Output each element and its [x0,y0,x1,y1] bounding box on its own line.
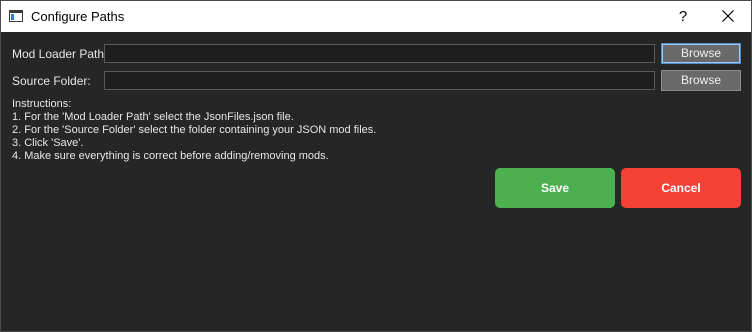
title-bar: Configure Paths ? [1,1,751,32]
configure-paths-dialog: Configure Paths ? Mod Loader Path: Brows… [0,0,752,332]
save-button[interactable]: Save [495,168,615,208]
cancel-button[interactable]: Cancel [621,168,741,208]
instruction-line: 3. Click 'Save'. [12,137,84,149]
close-button[interactable] [705,1,751,32]
mod-loader-path-label: Mod Loader Path: [12,47,108,61]
window-title: Configure Paths [31,9,125,24]
instructions-text: Instructions: 1. For the 'Mod Loader Pat… [12,98,376,163]
mod-loader-browse-button[interactable]: Browse [661,43,741,64]
source-folder-browse-button[interactable]: Browse [661,70,741,91]
instructions-heading: Instructions: [12,98,72,110]
instruction-line: 2. For the 'Source Folder' select the fo… [12,124,377,136]
help-button[interactable]: ? [665,1,701,32]
mod-loader-path-input[interactable] [104,44,655,63]
window-icon [9,9,23,22]
source-folder-label: Source Folder: [12,74,91,88]
source-folder-input[interactable] [104,71,655,90]
close-icon [722,10,734,22]
instruction-line: 1. For the 'Mod Loader Path' select the … [12,111,294,123]
dialog-content: Mod Loader Path: Browse Source Folder: B… [1,32,751,331]
instruction-line: 4. Make sure everything is correct befor… [12,150,329,162]
